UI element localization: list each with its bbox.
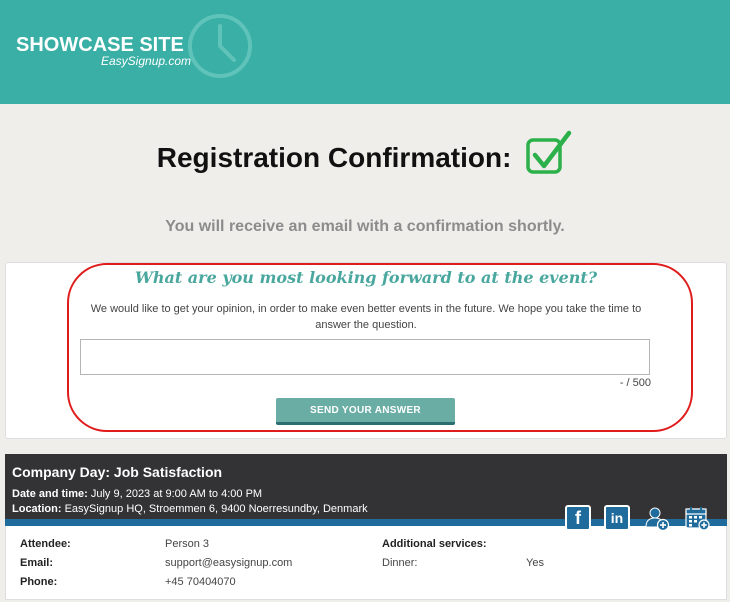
survey-question: What are you most looking forward to at … <box>134 268 598 287</box>
checkmark-icon <box>526 130 572 174</box>
survey-answer-input[interactable] <box>80 339 650 375</box>
event-date-value: July 9, 2023 at 9:00 AM to 4:00 PM <box>90 488 263 500</box>
event-location-label: Location: <box>12 503 62 515</box>
character-counter: - / 500 <box>619 377 651 389</box>
add-calendar-icon[interactable] <box>684 505 710 531</box>
email-value: support@easysignup.com <box>165 557 293 569</box>
page-title-text: Registration Confirmation: <box>156 142 512 173</box>
dinner-value: Yes <box>526 557 544 569</box>
linkedin-icon[interactable]: in <box>604 505 630 531</box>
event-location-value: EasySignup HQ, Stroemmen 6, 9400 Noerres… <box>64 503 368 515</box>
facebook-icon[interactable]: f <box>565 505 591 531</box>
site-logo[interactable]: SHOWCASE SITE EasySignup.com <box>16 34 191 68</box>
event-date: Date and time: July 9, 2023 at 9:00 AM t… <box>12 488 262 500</box>
dinner-label: Dinner: <box>382 557 418 569</box>
clock-icon <box>188 14 252 78</box>
attendee-value: Person 3 <box>165 538 210 550</box>
send-answer-button[interactable]: SEND YOUR ANSWER <box>276 398 455 425</box>
attendee-label: Attendee: <box>20 538 71 550</box>
add-person-icon[interactable] <box>644 505 670 531</box>
event-date-label: Date and time: <box>12 488 88 500</box>
event-title: Company Day: Job Satisfaction <box>12 464 223 480</box>
site-subtitle: EasySignup.com <box>101 54 192 68</box>
survey-description: We would like to get your opinion, in or… <box>90 303 642 331</box>
email-label: Email: <box>20 557 54 569</box>
phone-label: Phone: <box>20 576 58 588</box>
additional-services-label: Additional services: <box>382 538 487 550</box>
confirmation-subtitle: You will receive an email with a confirm… <box>165 218 565 235</box>
page-title: Registration Confirmation: <box>0 130 730 176</box>
event-location: Location: EasySignup HQ, Stroemmen 6, 94… <box>12 503 368 515</box>
site-header: SHOWCASE SITE EasySignup.com <box>0 0 730 104</box>
site-title: SHOWCASE SITE <box>16 34 184 56</box>
phone-value: +45 70404070 <box>165 576 236 588</box>
